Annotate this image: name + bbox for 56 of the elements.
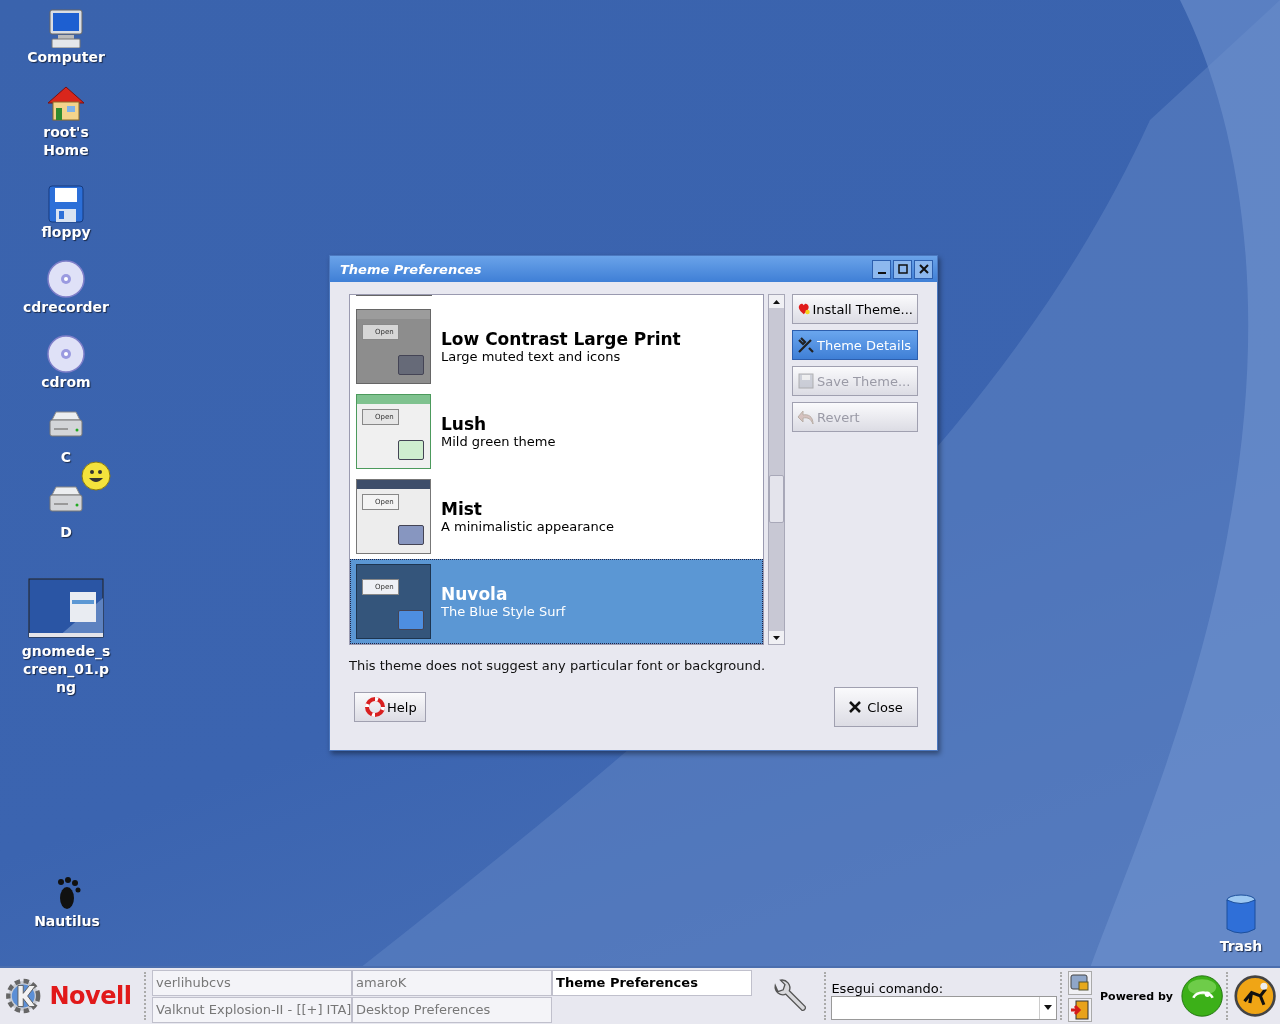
command-combo-box[interactable] bbox=[831, 995, 1058, 1020]
disc-icon[interactable] bbox=[44, 333, 88, 373]
scroll-up-button[interactable] bbox=[769, 295, 784, 308]
theme-note: This theme does not suggest any particular font or background. bbox=[349, 658, 767, 673]
task-button[interactable]: Desktop Preferences bbox=[352, 996, 553, 1023]
lifebuoy-icon bbox=[365, 697, 385, 717]
lock-screen-icon[interactable] bbox=[1068, 970, 1093, 995]
undo-arrow-icon bbox=[797, 408, 815, 426]
task-button[interactable]: amaroK bbox=[352, 969, 553, 996]
close-button[interactable] bbox=[914, 259, 933, 279]
icon-label[interactable]: D bbox=[21, 523, 111, 541]
icon-label[interactable]: floppy bbox=[21, 223, 111, 241]
icon-label[interactable]: cdrecorder bbox=[21, 298, 111, 316]
maximize-icon bbox=[897, 264, 908, 274]
trash-can-icon[interactable] bbox=[1223, 893, 1259, 937]
window-title: Theme Preferences bbox=[340, 261, 482, 277]
side-button[interactable]: Theme Details bbox=[792, 330, 918, 360]
theme-description: Large muted text and icons bbox=[441, 349, 622, 364]
logout-icon[interactable] bbox=[1068, 997, 1093, 1022]
minimize-button[interactable] bbox=[872, 259, 891, 279]
disc-icon[interactable] bbox=[44, 258, 88, 298]
powered-by-label: Powered by bbox=[1100, 989, 1173, 1003]
scroll-down-button[interactable] bbox=[769, 631, 784, 644]
image-thumbnail-icon[interactable] bbox=[28, 578, 104, 638]
theme-description: Mild green theme bbox=[441, 434, 556, 449]
dropdown-arrow-icon bbox=[1044, 1005, 1053, 1011]
icon-label[interactable]: Computer bbox=[21, 48, 111, 66]
theme-name: Nuvola bbox=[441, 584, 509, 604]
icon-label[interactable]: gnomede_screen_01.png bbox=[21, 642, 111, 696]
icon-label[interactable]: root's Home bbox=[26, 123, 106, 159]
side-button[interactable]: Install Theme... bbox=[792, 294, 918, 324]
theme-description: A minimalistic appearance bbox=[441, 519, 614, 534]
theme-name: Lush bbox=[441, 414, 488, 434]
help-button[interactable]: Help bbox=[354, 692, 426, 722]
icon-label[interactable]: Trash bbox=[1196, 937, 1280, 955]
minimize-icon bbox=[877, 272, 886, 274]
close-icon bbox=[918, 264, 929, 274]
novell-logo[interactable]: Novell bbox=[49, 982, 132, 1011]
icon-label[interactable]: Nautilus bbox=[22, 912, 112, 930]
theme-description: The Blue Style Surf bbox=[441, 604, 566, 619]
task-button[interactable]: verlihubcvs bbox=[152, 969, 353, 996]
task-button[interactable]: Valknut Explosion-II - [[+] ITA] bbox=[152, 996, 353, 1023]
run-command-label: Esegui comando: bbox=[831, 980, 945, 996]
smiley-icon bbox=[81, 461, 111, 491]
close-dialog-button[interactable]: Close bbox=[834, 687, 918, 727]
icon-label[interactable]: cdrom bbox=[21, 373, 111, 391]
theme-name: Mist bbox=[441, 499, 483, 519]
close-icon bbox=[849, 701, 862, 713]
maximize-button[interactable] bbox=[893, 259, 912, 279]
icon-label[interactable]: C bbox=[21, 448, 111, 466]
scroll-thumb[interactable] bbox=[769, 475, 784, 523]
scrollbar[interactable] bbox=[768, 294, 785, 645]
down-arrow-icon bbox=[773, 635, 780, 640]
task-button[interactable]: Theme Preferences bbox=[552, 969, 753, 996]
up-arrow-icon bbox=[773, 299, 780, 304]
theme-name: Low Contrast Large Print bbox=[441, 329, 681, 349]
